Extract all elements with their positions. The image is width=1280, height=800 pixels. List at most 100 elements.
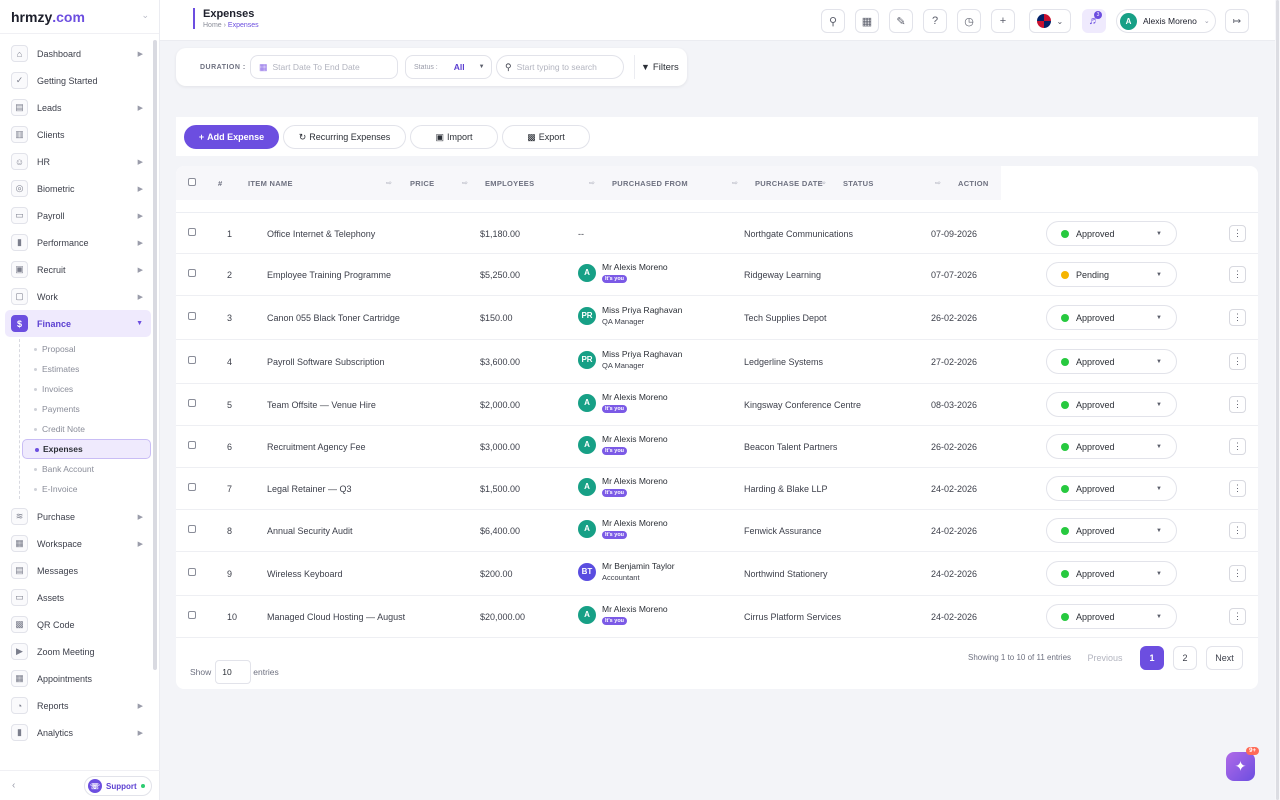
row-checkbox[interactable] <box>188 568 196 576</box>
item-name[interactable]: Recruitment Agency Fee <box>267 442 366 452</box>
col-purchase-date[interactable]: PURCHASE DATE <box>755 179 823 188</box>
entries-select[interactable]: 10 <box>215 660 252 684</box>
support-button[interactable]: ☏ Support <box>84 776 152 796</box>
submenu-item-e-invoice[interactable]: E-Invoice <box>34 479 151 499</box>
status-select[interactable]: Approved ▼ <box>1046 349 1177 374</box>
table-row[interactable]: 7 Legal Retainer — Q3 $1,500.00 Harding & B… <box>176 468 1258 510</box>
sidebar-item-reports[interactable]: ◔ Reports ▶ <box>5 692 151 719</box>
row-checkbox[interactable] <box>188 441 196 449</box>
item-name[interactable]: Employee Training Programme <box>267 270 391 280</box>
more-actions-icon[interactable]: ⋮ <box>1229 309 1246 326</box>
col-status[interactable]: STATUS <box>843 179 874 188</box>
page-scrollbar[interactable] <box>1275 0 1280 800</box>
sidebar-item-hr[interactable]: ☺ HR ▶ <box>5 148 151 175</box>
more-actions-icon[interactable]: ⋮ <box>1229 480 1246 497</box>
sidebar-item-purchase[interactable]: ≋ Purchase ▶ <box>5 503 151 530</box>
item-name[interactable]: Annual Security Audit <box>267 526 353 536</box>
notifications-button[interactable]: ♬ 3 <box>1082 9 1106 33</box>
status-select[interactable]: Approved ▼ <box>1046 305 1177 330</box>
sidebar-item-appointments[interactable]: ▦ Appointments <box>5 665 151 692</box>
filters-button[interactable]: ▼ Filters <box>634 55 679 79</box>
employee-cell[interactable]: BT Mr Benjamin Taylor Accountant <box>578 561 675 582</box>
sticky-note-icon[interactable]: ✎ <box>889 9 913 33</box>
sidebar-item-messages[interactable]: ▤ Messages <box>5 557 151 584</box>
employee-cell[interactable]: A Mr Alexis Moreno It's you <box>578 518 668 539</box>
sidebar-item-zoom-meeting[interactable]: ▶ Zoom Meeting <box>5 638 151 665</box>
row-checkbox[interactable] <box>188 356 196 364</box>
item-name[interactable]: Wireless Keyboard <box>267 569 343 579</box>
timer-icon[interactable]: ◷ <box>957 9 981 33</box>
submenu-item-bank-account[interactable]: Bank Account <box>34 459 151 479</box>
status-select[interactable]: Approved ▼ <box>1046 518 1177 543</box>
status-select[interactable]: Pending ▼ <box>1046 262 1177 287</box>
employee-cell[interactable]: A Mr Alexis Moreno It's you <box>578 392 668 413</box>
previous-button[interactable]: Previous <box>1076 646 1134 670</box>
more-actions-icon[interactable]: ⋮ <box>1229 565 1246 582</box>
page-2-button[interactable]: 2 <box>1173 646 1197 670</box>
more-actions-icon[interactable]: ⋮ <box>1229 225 1246 242</box>
employee-cell[interactable]: PR Miss Priya Raghavan QA Manager <box>578 305 682 326</box>
table-row[interactable]: 3 Canon 055 Black Toner Cartridge $150.00 T… <box>176 296 1258 340</box>
status-select[interactable]: Approved ▼ <box>1046 221 1177 246</box>
sort-icon[interactable]: ⇨ <box>386 179 392 187</box>
employee-cell[interactable]: PR Miss Priya Raghavan QA Manager <box>578 349 682 370</box>
date-range-input[interactable]: ▦ Start Date To End Date <box>250 55 398 79</box>
logo[interactable]: hrmzy .com ⌄ <box>0 0 159 34</box>
sort-icon[interactable]: ⇨ <box>732 179 738 187</box>
more-actions-icon[interactable]: ⋮ <box>1229 438 1246 455</box>
select-all-checkbox[interactable] <box>188 178 196 186</box>
sort-icon[interactable]: ⇨ <box>820 179 826 187</box>
row-checkbox[interactable] <box>188 525 196 533</box>
item-name[interactable]: Legal Retainer — Q3 <box>267 484 352 494</box>
item-name[interactable]: Payroll Software Subscription <box>267 357 385 367</box>
employee-cell[interactable]: A Mr Alexis Moreno It's you <box>578 262 668 283</box>
sidebar-item-work[interactable]: ▢ Work ▶ <box>5 283 151 310</box>
row-checkbox[interactable] <box>188 611 196 619</box>
row-checkbox[interactable] <box>188 483 196 491</box>
row-checkbox[interactable] <box>188 399 196 407</box>
status-select[interactable]: Approved ▼ <box>1046 476 1177 501</box>
employee-cell[interactable]: A Mr Alexis Moreno It's you <box>578 434 668 455</box>
search-input[interactable]: ⚲ Start typing to search <box>496 55 624 79</box>
sidebar-item-getting-started[interactable]: ✓ Getting Started <box>5 67 151 94</box>
more-actions-icon[interactable]: ⋮ <box>1229 522 1246 539</box>
breadcrumb-home[interactable]: Home <box>203 22 222 29</box>
logout-icon[interactable]: ↦ <box>1225 9 1249 33</box>
more-actions-icon[interactable]: ⋮ <box>1229 608 1246 625</box>
sort-icon[interactable]: ⇨ <box>462 179 468 187</box>
page-1-button[interactable]: 1 <box>1140 646 1164 670</box>
assistant-fab-button[interactable]: ✦ 9+ <box>1226 747 1259 781</box>
sidebar-item-qr-code[interactable]: ▩ QR Code <box>5 611 151 638</box>
col-item-name[interactable]: ITEM NAME <box>248 179 293 188</box>
sidebar-item-leads[interactable]: ▤ Leads ▶ <box>5 94 151 121</box>
plus-icon[interactable]: + <box>991 9 1015 33</box>
table-row[interactable]: 6 Recruitment Agency Fee $3,000.00 Beacon T… <box>176 426 1258 468</box>
scrollbar-thumb[interactable] <box>1276 0 1279 800</box>
table-row[interactable]: 5 Team Offsite — Venue Hire $2,000.00 Kings… <box>176 384 1258 426</box>
import-button[interactable]: ▣ Import <box>410 125 498 149</box>
col-purchased-from[interactable]: PURCHASED FROM <box>612 179 688 188</box>
sidebar-item-assets[interactable]: ▭ Assets <box>5 584 151 611</box>
status-select[interactable]: Approved ▼ <box>1046 561 1177 586</box>
sort-icon[interactable]: ⇨ <box>935 179 941 187</box>
language-selector[interactable]: ⌄ <box>1029 9 1071 33</box>
sidebar-item-workspace[interactable]: ▦ Workspace ▶ <box>5 530 151 557</box>
more-actions-icon[interactable]: ⋮ <box>1229 396 1246 413</box>
row-checkbox[interactable] <box>188 269 196 277</box>
employee-cell[interactable]: A Mr Alexis Moreno It's you <box>578 604 668 625</box>
sidebar-scrollbar[interactable] <box>153 40 157 670</box>
submenu-item-invoices[interactable]: Invoices <box>34 379 151 399</box>
col-price[interactable]: PRICE <box>410 179 434 188</box>
item-name[interactable]: Team Offsite — Venue Hire <box>267 400 376 410</box>
next-button[interactable]: Next <box>1206 646 1243 670</box>
user-menu[interactable]: A Alexis Moreno ⌄ <box>1116 9 1216 33</box>
help-icon[interactable]: ? <box>923 9 947 33</box>
recurring-expenses-button[interactable]: ↻ Recurring Expenses <box>283 125 406 149</box>
table-row[interactable]: 1 Office Internet & Telephony $1,180.00 Nor… <box>176 213 1258 254</box>
status-select[interactable]: Status : All ▼ <box>405 55 492 79</box>
sidebar-item-recruit[interactable]: ▣ Recruit ▶ <box>5 256 151 283</box>
table-row[interactable]: 9 Wireless Keyboard $200.00 Northwind Stati… <box>176 552 1258 596</box>
table-row[interactable]: 8 Annual Security Audit $6,400.00 Fenwick A… <box>176 510 1258 552</box>
sidebar-item-analytics[interactable]: ▮ Analytics ▶ <box>5 719 151 746</box>
status-select[interactable]: Approved ▼ <box>1046 434 1177 459</box>
